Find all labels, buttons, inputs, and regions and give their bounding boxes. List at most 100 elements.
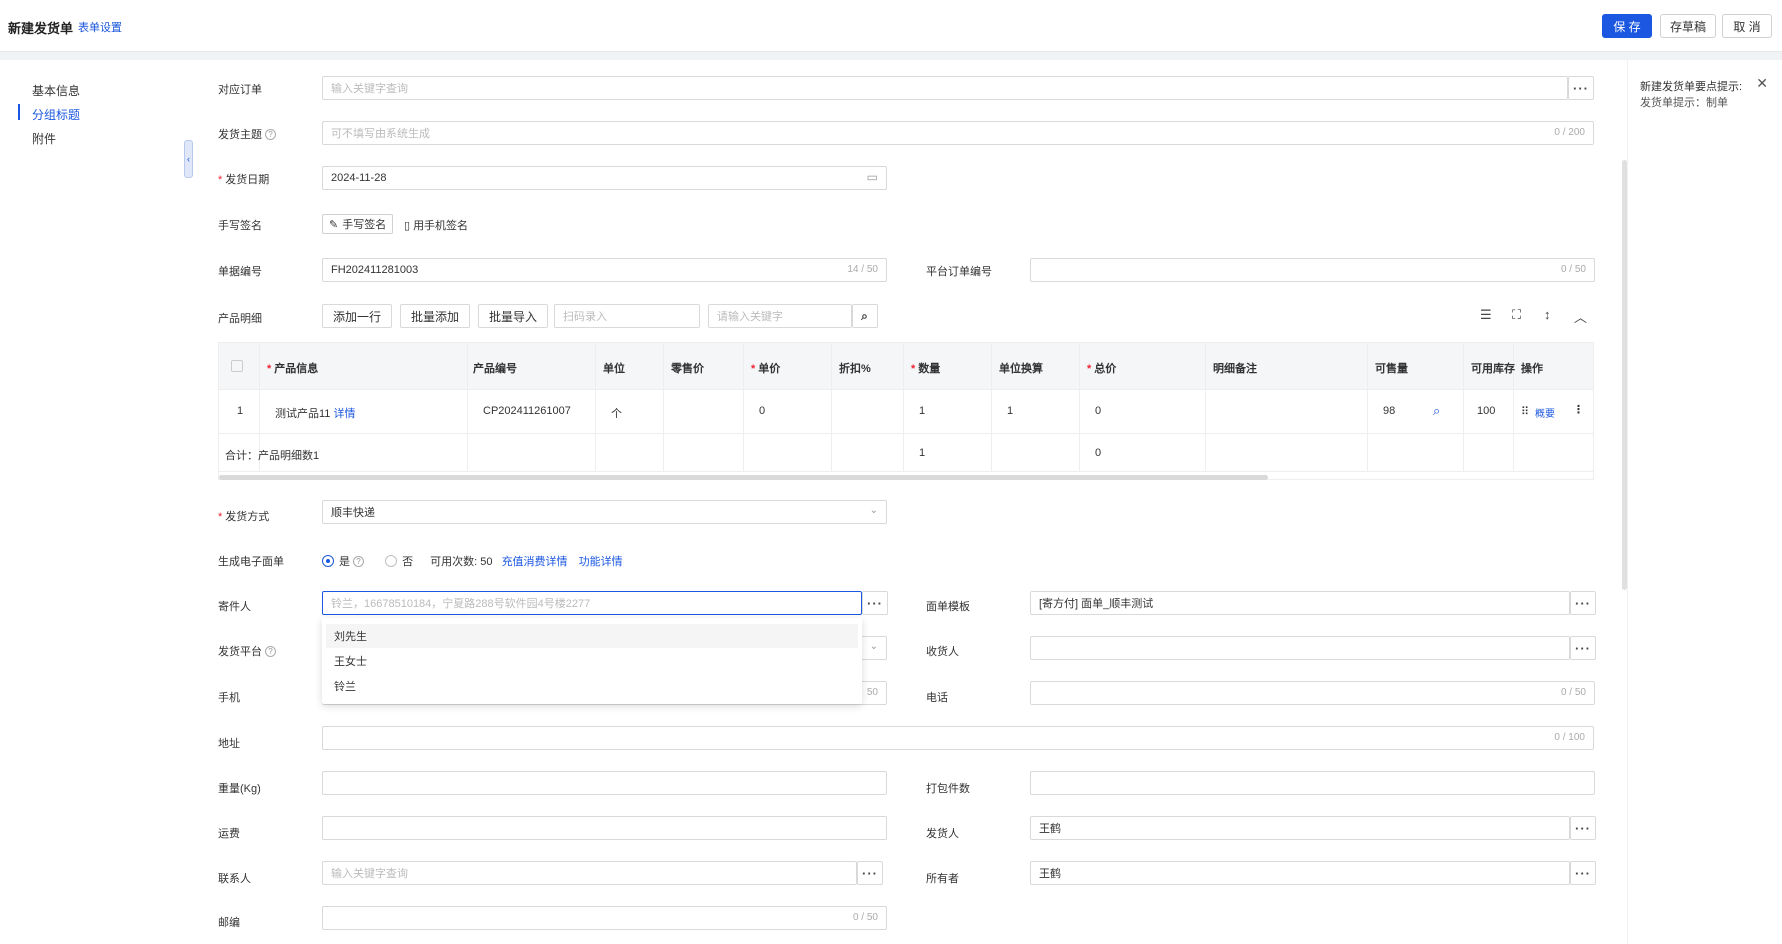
contact-more-button[interactable]: ··· — [857, 861, 883, 885]
row-height-icon[interactable]: ↕ — [1544, 307, 1551, 322]
e-waybill-options[interactable]: 是? 否 可用次数: 50 充值消费详情 功能详情 — [322, 553, 623, 569]
summary-qty: 1 — [919, 447, 926, 459]
header-unit-price: * 单价 — [751, 363, 781, 375]
help-icon: ? — [265, 129, 276, 140]
drag-handle-icon[interactable]: ⠿ — [1521, 405, 1529, 418]
collapse-icon[interactable]: ︿ — [1574, 307, 1587, 326]
tips-body: 发货单提示：制单 — [1640, 97, 1728, 109]
shipper-input[interactable]: 王鹤 — [1030, 816, 1570, 840]
packages-input[interactable] — [1030, 771, 1595, 795]
address-input[interactable]: 0 / 100 — [322, 726, 1594, 750]
add-row-button[interactable]: 添加一行 — [322, 304, 392, 328]
subject-input[interactable]: 可不填写由系统生成 0 / 200 — [322, 121, 1594, 145]
row-code: CP202411261007 — [483, 405, 571, 417]
contact-label: 联系人 — [218, 873, 251, 885]
close-icon[interactable]: ✕ — [1756, 75, 1768, 92]
ship-method-label: * 发货方式 — [218, 511, 270, 523]
nav-item-basic-info[interactable]: 基本信息 — [32, 82, 80, 99]
date-input[interactable]: 2024-11-28 ▭ — [322, 166, 887, 190]
template-label: 面单模板 — [926, 601, 970, 613]
doc-no-label: 单据编号 — [218, 266, 262, 278]
sender-more-button[interactable]: ··· — [862, 591, 888, 615]
freight-input[interactable] — [322, 816, 887, 840]
cancel-button[interactable]: 取 消 — [1722, 14, 1772, 38]
owner-label: 所有者 — [926, 873, 959, 885]
subject-label: 发货主题? — [218, 126, 276, 142]
row-total[interactable]: 0 — [1095, 405, 1101, 417]
select-all-checkbox[interactable] — [231, 360, 243, 372]
nav-item-group-title[interactable]: 分组标题 — [32, 106, 80, 123]
header-conversion: 单位换算 — [999, 363, 1043, 375]
handwrite-sign-button[interactable]: ✎ 手写签名 — [322, 214, 394, 234]
summary-label: 合计：产品明细数1 — [225, 450, 320, 462]
order-more-button[interactable]: ··· — [1568, 76, 1594, 100]
ship-method-select[interactable]: 顺丰快递 ⌄ — [322, 500, 887, 524]
date-label: * 发货日期 — [218, 174, 270, 186]
search-icon[interactable]: ⌕ — [1433, 403, 1440, 419]
row-more-icon[interactable]: ⋮ — [1573, 403, 1584, 416]
row-qty[interactable]: 1 — [919, 405, 925, 417]
row-index: 1 — [237, 405, 244, 417]
header-actions: 操作 — [1521, 363, 1543, 375]
scan-input[interactable]: 扫码录入 — [554, 304, 700, 328]
mobile-sign-button[interactable]: ▯ 用手机签名 — [404, 217, 468, 233]
dropdown-option[interactable]: 刘先生 — [326, 624, 858, 648]
receiver-more-button[interactable]: ··· — [1570, 636, 1596, 660]
sender-input[interactable]: 铃兰，16678510184，宁夏路288号软件园4号楼2277 — [322, 591, 862, 615]
dropdown-option[interactable]: 王女士 — [326, 649, 858, 673]
header-remark: 明细备注 — [1213, 363, 1257, 375]
shipper-label: 发货人 — [926, 828, 959, 840]
weight-input[interactable] — [322, 771, 887, 795]
save-draft-button[interactable]: 存草稿 — [1660, 14, 1716, 38]
help-icon: ? — [353, 556, 364, 567]
header-retail-price: 零售价 — [671, 363, 704, 375]
calendar-icon: ▭ — [866, 170, 878, 184]
packages-label: 打包件数 — [926, 783, 970, 795]
batch-add-button[interactable]: 批量添加 — [400, 304, 470, 328]
row-conversion[interactable]: 1 — [1007, 405, 1013, 417]
collapse-nav-button[interactable]: ‹ — [184, 140, 193, 178]
product-search-input[interactable]: 请输入关键字 — [708, 304, 852, 328]
row-sellable: 98 — [1383, 405, 1396, 417]
page-title: 新建发货单 — [8, 21, 74, 36]
tips-panel: 新建发货单要点提示: 发货单提示：制单 ✕ — [1627, 60, 1782, 944]
platform-no-input[interactable]: 0 / 50 — [1030, 258, 1595, 282]
row-summary-link[interactable]: 概要 — [1535, 405, 1555, 420]
search-icon[interactable]: ⌕ — [852, 304, 878, 328]
products-table: * 产品信息 产品编号 单位 零售价 * 单价 折扣% * 数量 单位换算 * 总价 明… — [218, 342, 1594, 480]
row-product: 测试产品11 详情 — [275, 408, 356, 420]
nav-item-attachments[interactable]: 附件 — [32, 130, 56, 147]
header-product-code: 产品编号 — [473, 363, 517, 375]
contact-input[interactable]: 输入关键字查询 — [322, 861, 857, 885]
shipper-more-button[interactable]: ··· — [1570, 816, 1596, 840]
platform-label: 发货平台? — [218, 643, 276, 659]
header-discount: 折扣% — [839, 363, 871, 375]
fullscreen-icon[interactable]: ⛶ — [1512, 307, 1521, 323]
summary-total: 0 — [1095, 447, 1102, 459]
postcode-input[interactable]: 0 / 50 — [322, 906, 887, 930]
owner-input[interactable]: 王鹤 — [1030, 861, 1570, 885]
phone-input[interactable]: 0 / 50 — [1030, 681, 1595, 705]
recharge-link: 充值消费详情 — [501, 556, 568, 568]
pen-icon: ✎ — [329, 218, 339, 231]
phone-icon: ▯ — [404, 220, 411, 232]
doc-no-input[interactable]: FH202411281003 14 / 50 — [322, 258, 887, 282]
template-input[interactable]: [寄方付] 面单_顺丰测试 — [1030, 591, 1570, 615]
order-input[interactable]: 输入关键字查询 — [322, 76, 1568, 100]
form-settings-link[interactable]: 表单设置 — [78, 19, 122, 35]
order-label: 对应订单 — [218, 84, 262, 96]
template-more-button[interactable]: ··· — [1570, 591, 1596, 615]
receiver-input[interactable] — [1030, 636, 1570, 660]
detail-link[interactable]: 详情 — [333, 408, 355, 420]
header-stock: 可用库存 — [1471, 363, 1515, 375]
table-hscroll[interactable] — [219, 475, 1268, 480]
batch-import-button[interactable]: 批量导入 — [478, 304, 548, 328]
save-button[interactable]: 保 存 — [1602, 14, 1652, 38]
row-unit[interactable]: 个 — [611, 405, 622, 421]
radio-yes — [322, 555, 334, 567]
row-price[interactable]: 0 — [759, 405, 765, 417]
column-settings-icon[interactable]: ☰ — [1480, 307, 1492, 323]
owner-more-button[interactable]: ··· — [1570, 861, 1596, 885]
dropdown-option[interactable]: 铃兰 — [326, 674, 858, 698]
address-label: 地址 — [218, 738, 240, 750]
